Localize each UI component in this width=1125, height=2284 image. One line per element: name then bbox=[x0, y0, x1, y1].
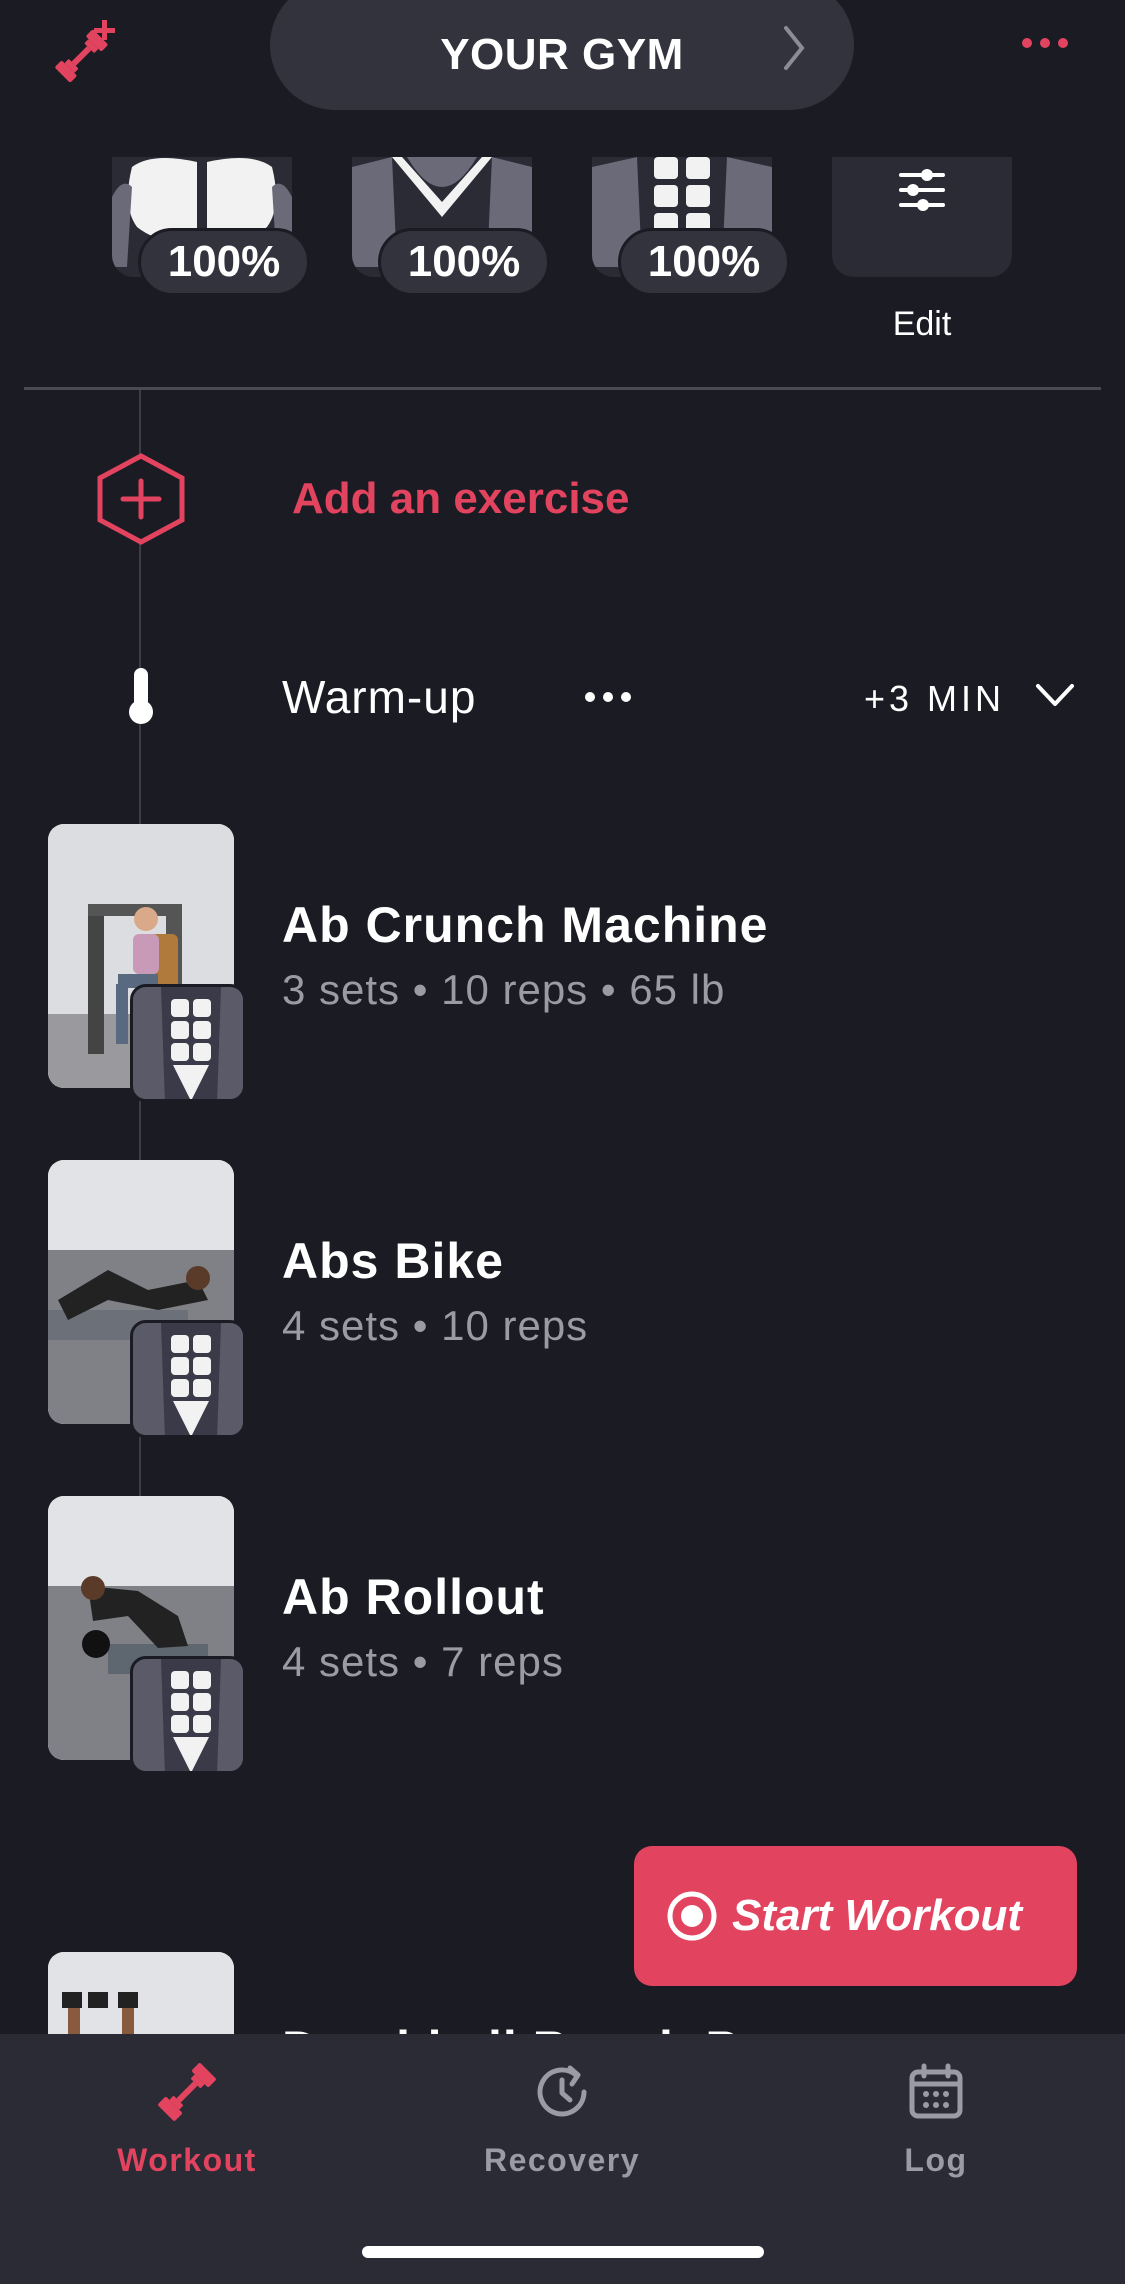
tab-workout[interactable]: Workout bbox=[57, 2060, 317, 2179]
thermometer-icon bbox=[126, 666, 156, 726]
dumbbell-icon bbox=[158, 2063, 216, 2121]
chevron-down-icon[interactable] bbox=[1034, 680, 1076, 710]
tab-log[interactable]: Log bbox=[806, 2060, 1066, 2179]
abs-muscle-icon bbox=[130, 984, 246, 1102]
exercise-name[interactable]: Ab Crunch Machine bbox=[282, 896, 768, 954]
tab-label: Workout bbox=[117, 2142, 257, 2178]
chevron-right-icon bbox=[784, 26, 805, 70]
exercise-name[interactable]: Ab Rollout bbox=[282, 1568, 545, 1626]
exercise-details: 4 sets • 10 reps bbox=[282, 1302, 589, 1349]
home-indicator[interactable] bbox=[362, 2246, 764, 2258]
muscle-percent-badge: 100% bbox=[138, 228, 310, 296]
sliders-icon bbox=[899, 169, 945, 211]
add-workout-icon[interactable] bbox=[50, 16, 120, 86]
abs-muscle-icon bbox=[130, 1320, 246, 1438]
edit-label[interactable]: Edit bbox=[832, 305, 1012, 344]
tab-recovery[interactable]: Recovery bbox=[432, 2060, 692, 2179]
edit-muscles-button[interactable] bbox=[832, 157, 1012, 277]
tab-label: Recovery bbox=[483, 2142, 641, 2178]
exercise-details: 3 sets • 10 reps • 65 lb bbox=[282, 966, 726, 1013]
muscle-percent-badge: 100% bbox=[378, 228, 550, 296]
exercise-details: 4 sets • 7 reps bbox=[282, 1638, 564, 1685]
add-exercise-button[interactable]: Add an exercise bbox=[292, 474, 630, 524]
gym-selector-button[interactable]: YOUR GYM bbox=[270, 0, 854, 110]
start-workout-button[interactable]: Start Workout bbox=[634, 1846, 1077, 1986]
recovery-clock-icon bbox=[537, 2065, 587, 2117]
calendar-icon bbox=[909, 2063, 963, 2119]
more-options-icon[interactable] bbox=[1020, 36, 1070, 50]
warmup-duration[interactable]: +3 MIN bbox=[864, 678, 1005, 720]
record-icon bbox=[667, 1891, 717, 1941]
gym-title: YOUR GYM bbox=[440, 30, 684, 79]
add-exercise-icon[interactable] bbox=[96, 453, 186, 545]
tab-label: Log bbox=[904, 2142, 968, 2178]
divider bbox=[24, 387, 1101, 390]
exercise-name[interactable]: Abs Bike bbox=[282, 1232, 504, 1290]
warmup-options-icon[interactable] bbox=[584, 690, 632, 702]
muscle-percent-badge: 100% bbox=[618, 228, 790, 296]
abs-muscle-icon bbox=[130, 1656, 246, 1774]
warmup-label: Warm-up bbox=[282, 671, 477, 723]
start-workout-label: Start Workout bbox=[732, 1891, 1023, 1940]
